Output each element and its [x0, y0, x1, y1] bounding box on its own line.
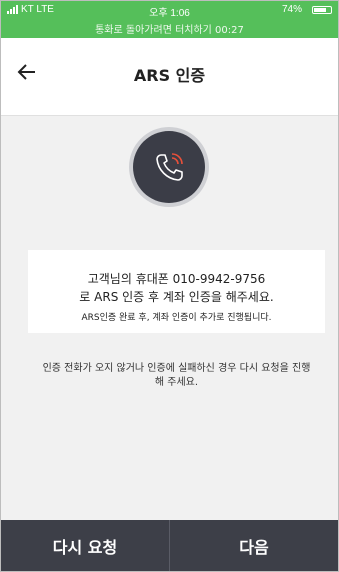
phone-number-text: 고객님의 휴대폰 010-9942-9756 — [87, 272, 266, 286]
next-button[interactable]: 다음 — [170, 520, 338, 571]
retry-note: 인증 전화가 오지 않거나 인증에 실패하신 경우 다시 요청을 진행 해 주세… — [28, 362, 325, 390]
header: ARS 인증 — [1, 38, 338, 116]
footer-buttons: 다시 요청 다음 — [1, 520, 338, 571]
message-box: 고객님의 휴대폰 010-9942-9756 로 ARS 인증 후 계좌 인증을… — [28, 250, 325, 333]
sub-instruction-text: ARS인증 완료 후, 계좌 인증이 추가로 진행됩니다. — [81, 313, 272, 323]
status-bar[interactable]: KT LTE 오후 1:06 74% 통화로 돌아가려면 터치하기 00:27 — [1, 1, 338, 38]
retry-button[interactable]: 다시 요청 — [1, 520, 170, 571]
instruction-text: 로 ARS 인증 후 계좌 인증을 해주세요. — [79, 290, 274, 304]
retry-note-line1: 인증 전화가 오지 않거나 인증에 실패하신 경우 다시 요청을 진행 — [42, 363, 311, 374]
call-banner[interactable]: 통화로 돌아가려면 터치하기 00:27 — [1, 21, 338, 36]
retry-note-line2: 해 주세요. — [154, 377, 199, 388]
battery-percent: 74% — [281, 4, 302, 15]
battery-icon — [312, 6, 332, 14]
phone-call-icon — [133, 131, 205, 203]
page-title: ARS 인증 — [133, 66, 206, 85]
